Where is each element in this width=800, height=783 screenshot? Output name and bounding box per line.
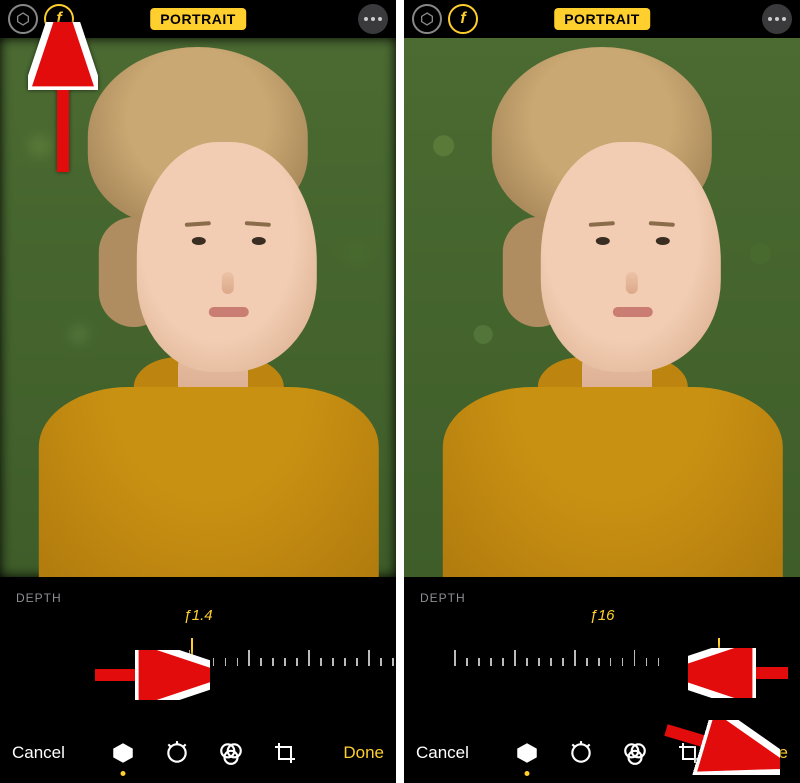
done-button[interactable]: Done [343, 743, 384, 763]
top-bar: f PORTRAIT [0, 0, 396, 38]
lighting-icon[interactable] [412, 4, 442, 34]
depth-slider[interactable] [420, 630, 784, 674]
more-button[interactable] [762, 4, 792, 34]
lighting-icon[interactable] [8, 4, 38, 34]
cancel-button[interactable]: Cancel [416, 743, 469, 763]
photo-subject [29, 47, 389, 577]
depth-label: DEPTH [16, 591, 380, 605]
aperture-button[interactable]: f [448, 4, 478, 34]
done-button[interactable]: Done [747, 743, 788, 763]
depth-control-panel: DEPTH ƒ16 [404, 577, 800, 723]
screenshot-right: f PORTRAIT DEPTH ƒ16 Cance [404, 0, 800, 783]
depth-control-panel: DEPTH ƒ1.4 [0, 577, 396, 723]
aperture-button[interactable]: f [44, 4, 74, 34]
depth-slider[interactable] [16, 630, 380, 674]
photo-preview [404, 38, 800, 577]
crop-tool-icon[interactable] [270, 738, 300, 768]
mode-badge[interactable]: PORTRAIT [150, 8, 246, 30]
cancel-button[interactable]: Cancel [12, 743, 65, 763]
bottom-toolbar: Cancel Done [404, 723, 800, 783]
adjust-tool-icon[interactable] [162, 738, 192, 768]
mode-badge[interactable]: PORTRAIT [554, 8, 650, 30]
portrait-tool-icon[interactable] [512, 738, 542, 768]
adjust-tool-icon[interactable] [566, 738, 596, 768]
portrait-tool-icon[interactable] [108, 738, 138, 768]
selected-tool-indicator [525, 771, 530, 776]
top-bar: f PORTRAIT [404, 0, 800, 38]
depth-label: DEPTH [420, 591, 784, 605]
photo-subject [433, 47, 793, 577]
filters-tool-icon[interactable] [216, 738, 246, 768]
filters-tool-icon[interactable] [620, 738, 650, 768]
more-button[interactable] [358, 4, 388, 34]
selected-tool-indicator [121, 771, 126, 776]
screenshot-left: f PORTRAIT DEPTH ƒ1.4 Canc [0, 0, 396, 783]
bottom-toolbar: Cancel Done [0, 723, 396, 783]
crop-tool-icon[interactable] [674, 738, 704, 768]
aperture-value: ƒ1.4 [16, 607, 380, 624]
photo-preview [0, 38, 396, 577]
aperture-value: ƒ16 [420, 607, 784, 624]
